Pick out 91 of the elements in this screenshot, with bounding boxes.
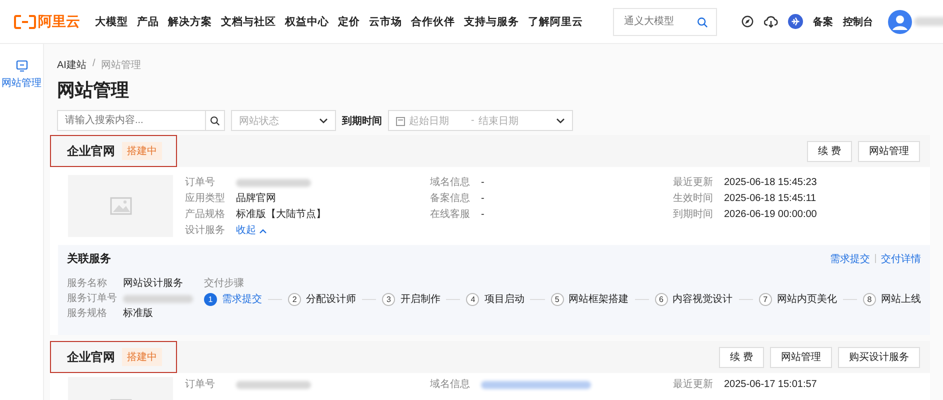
service-link[interactable]: 交付详情 bbox=[881, 252, 921, 266]
field-label: 订单号 bbox=[185, 378, 216, 392]
monitor-icon bbox=[16, 60, 28, 72]
field-label: 在线客服 bbox=[430, 208, 471, 222]
field-label: 交付步骤 bbox=[204, 276, 245, 290]
step-number: 8 bbox=[862, 292, 876, 306]
field-value: 品牌官网 bbox=[236, 192, 276, 206]
nav-link[interactable]: 了解阿里云 bbox=[528, 14, 583, 28]
step-number: 5 bbox=[550, 292, 564, 306]
progress-step: 2 分配设计师 bbox=[288, 292, 356, 306]
progress-step: 8 网站上线 bbox=[862, 292, 921, 306]
nav-link[interactable]: 云市场 bbox=[369, 14, 402, 28]
action-button[interactable]: 购买设计服务 bbox=[838, 346, 920, 368]
field-label: 产品规格 bbox=[185, 208, 226, 222]
field-label: 最近更新 bbox=[673, 378, 714, 392]
chevron-down-icon bbox=[556, 118, 565, 124]
logo-icon[interactable] bbox=[14, 14, 36, 28]
nav-link[interactable]: 解决方案 bbox=[168, 14, 212, 28]
calendar-icon bbox=[396, 116, 405, 126]
search-button[interactable] bbox=[205, 110, 225, 131]
field-label: 服务订单号 bbox=[67, 292, 118, 306]
nav-link[interactable]: 合作伙伴 bbox=[411, 14, 455, 28]
header-link[interactable]: 控制台 bbox=[843, 14, 873, 28]
progress-step: 3 开启制作 bbox=[382, 292, 440, 306]
status-tag: 搭建中 bbox=[122, 142, 162, 160]
field-label: 域名信息 bbox=[430, 176, 471, 190]
field-label: 服务名称 bbox=[67, 277, 108, 291]
field-label: 最近更新 bbox=[673, 176, 714, 190]
breadcrumb-link[interactable]: AI建站 bbox=[57, 58, 86, 72]
avatar-icon[interactable] bbox=[888, 10, 912, 34]
field-value: - bbox=[481, 176, 484, 190]
redacted-value bbox=[123, 294, 193, 302]
field-label: 生效时间 bbox=[673, 192, 714, 206]
field-value: 2025-06-18 15:45:11 bbox=[724, 192, 816, 206]
field-value: - bbox=[481, 208, 484, 222]
sidebar-item[interactable]: 网站管理 bbox=[0, 60, 43, 90]
progress-step: 1 需求提交 bbox=[204, 292, 262, 306]
action-button[interactable]: 网站管理 bbox=[770, 346, 832, 368]
plane-icon[interactable] bbox=[788, 14, 803, 29]
field-value: - bbox=[481, 192, 484, 206]
field-label: 应用类型 bbox=[185, 192, 226, 206]
filter-label: 到期时间 bbox=[342, 114, 382, 128]
nav-link[interactable]: 定价 bbox=[338, 14, 360, 28]
field-label: 服务规格 bbox=[67, 306, 108, 321]
field-value: 网站设计服务 bbox=[123, 276, 183, 291]
service-link[interactable]: 需求提交 bbox=[830, 252, 870, 266]
chevron-down-icon bbox=[319, 118, 328, 124]
breadcrumb-separator: / bbox=[92, 58, 96, 71]
field-value: 标准版【大陆节点】 bbox=[236, 208, 326, 222]
field-label: 订单号 bbox=[185, 176, 216, 190]
step-number: 1 bbox=[204, 292, 217, 306]
page-title: 网站管理 bbox=[57, 79, 130, 102]
step-number: 4 bbox=[466, 292, 480, 306]
nav-link[interactable]: 权益中心 bbox=[285, 14, 329, 28]
nav-link[interactable]: 支持与服务 bbox=[464, 14, 519, 28]
progress-step: 7 网站内页美化 bbox=[758, 292, 837, 306]
status-tag: 搭建中 bbox=[122, 348, 162, 366]
section-title: 关联服务 bbox=[67, 252, 111, 266]
chevron-icon bbox=[259, 228, 267, 234]
nav-link[interactable]: 大模型 bbox=[95, 14, 128, 28]
collapse-link[interactable]: 收起 bbox=[236, 223, 267, 238]
step-number: 3 bbox=[382, 292, 396, 306]
action-button[interactable]: 续 费 bbox=[807, 140, 852, 162]
compass-icon[interactable] bbox=[741, 15, 754, 28]
field-value: 2025-06-18 15:45:23 bbox=[724, 176, 817, 190]
search-icon bbox=[210, 116, 220, 126]
search-field[interactable]: 请输入搜索内容... bbox=[57, 110, 205, 131]
field-label: 到期时间 bbox=[673, 208, 714, 222]
field-label: 设计服务 bbox=[185, 224, 226, 238]
action-button[interactable]: 续 费 bbox=[719, 346, 764, 368]
search-icon[interactable] bbox=[697, 16, 708, 28]
progress-step: 6 内容视觉设计 bbox=[654, 292, 733, 306]
search-field[interactable]: 通义大模型 bbox=[613, 8, 717, 36]
image-icon bbox=[110, 197, 132, 215]
site-name: 企业官网 bbox=[67, 348, 115, 366]
field-label: 备案信息 bbox=[430, 192, 471, 206]
action-button[interactable]: 网站管理 bbox=[858, 140, 920, 162]
field-label: 域名信息 bbox=[430, 378, 471, 392]
cloud-icon[interactable] bbox=[764, 15, 778, 28]
nav-link[interactable]: 文档与社区 bbox=[221, 14, 276, 28]
step-number: 2 bbox=[288, 292, 302, 306]
header-link[interactable]: 备案 bbox=[813, 14, 833, 28]
field-value: 标准版 bbox=[123, 306, 153, 321]
progress-step: 4 项目启动 bbox=[466, 292, 524, 306]
field-value: 2025-06-17 15:01:57 bbox=[724, 378, 817, 392]
nav-link[interactable]: 产品 bbox=[137, 14, 159, 28]
step-number: 6 bbox=[654, 292, 668, 306]
progress-step: 5 网站框架搭建 bbox=[550, 292, 629, 306]
site-name: 企业官网 bbox=[67, 142, 115, 160]
field-value: 2026-06-19 00:00:00 bbox=[724, 208, 817, 222]
step-number: 7 bbox=[758, 292, 772, 306]
